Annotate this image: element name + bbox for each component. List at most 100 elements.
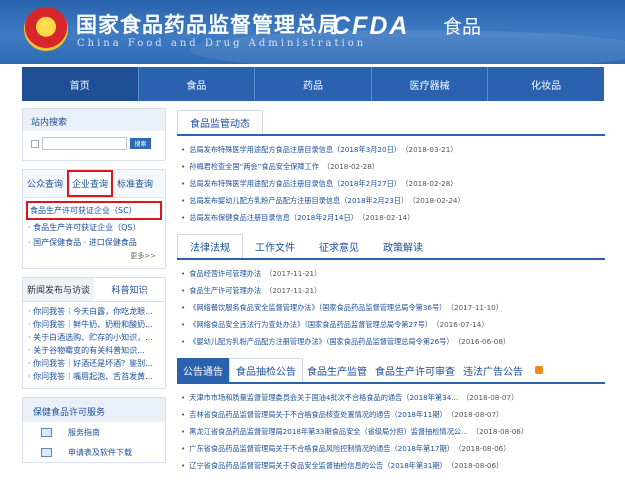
nav-item-home[interactable]: 首页 <box>22 67 139 101</box>
forms-download-link[interactable]: 申请表及软件下载 <box>23 442 165 462</box>
item-title: 黑龙江省食品药品监督管理局2018年第33期食品安全（省级局分担）监督抽检情况公… <box>189 427 468 436</box>
link-sc-licensed-enterprises[interactable]: 食品生产许可获证企业（SC） <box>26 201 162 220</box>
tab-news-interviews[interactable]: 新闻发布与访谈 <box>23 278 94 301</box>
list-item[interactable]: • 总局发布特殊医学用途配方食品注册目录信息（2018年2月27日） （2018-0… <box>181 175 601 192</box>
item-date: （2018-08-07） <box>450 410 504 419</box>
list-item[interactable]: • 食品经营许可管理办法 （2017-11-21） <box>181 265 601 282</box>
tab-public-comments[interactable]: 征求意见 <box>307 234 371 258</box>
nav-item-cosmetics[interactable]: 化妆品 <box>488 67 604 101</box>
tab-science-knowledge[interactable]: 科普知识 <box>94 278 165 301</box>
list-item[interactable]: • 广东省食品药品监督管理局关于不合格食品风险控制情况的通告（2018年第17期）… <box>181 440 601 457</box>
list-item[interactable]: • 总局发布保健食品注册目录信息（2018年2月14日） （2018-02-14） <box>181 209 601 226</box>
item-date: （2018-02-14） <box>361 213 415 222</box>
item-title: 天津市市场和质量监督管理委员会关于国油4批次不合格食品的通告（2018年第34.… <box>189 393 459 402</box>
list-item[interactable]: · 你问我答｜今天白露，你吃龙眼... <box>28 306 160 319</box>
service-panel: 保健食品许可服务 服务指南 申请表及软件下载 <box>22 397 166 463</box>
list-item[interactable]: • 辽宁省食品药品监督管理局关于食品安全监督抽检信息的公告（2018年第31期）（… <box>181 457 601 474</box>
section1-list: • 总局发布特殊医学用途配方食品注册目录信息（2018年3月20日） （2018-0… <box>177 136 605 232</box>
item-date: （2016-07-14） <box>436 320 489 329</box>
tab-announcements[interactable]: 公告通告 <box>177 358 229 382</box>
main-nav: 首页 食品 药品 医疗器械 化妆品 <box>0 64 625 102</box>
service-guide-label: 服务指南 <box>68 427 100 437</box>
tab-food-sampling[interactable]: 食品抽检公告 <box>229 358 303 382</box>
item-date: （2018-02-24） <box>412 196 465 205</box>
link-domestic-health-food[interactable]: 国产保健食品 <box>33 238 81 247</box>
list-item[interactable]: • 《婴幼儿配方乳粉产品配方注册管理办法》（国家食品药品监督管理总局令第26号）（… <box>181 333 601 350</box>
tab-public-query[interactable]: 公众查询 <box>23 177 67 190</box>
link-qs-label: 食品生产许可获证企业（QS） <box>33 223 141 232</box>
left-sidebar: 站内搜索 搜索 公众查询 企业查询 标准查询 食品生产许可获证企业（SC） · … <box>22 108 166 471</box>
list-item[interactable]: · 你问我答｜好酒还是坏酒？鉴别... <box>28 358 160 371</box>
guide-icon <box>41 427 52 437</box>
news-item-text: 你问我答｜鲜牛奶、奶粉和酸奶... <box>33 320 153 329</box>
site-search-panel: 站内搜索 搜索 <box>22 108 166 161</box>
nav-item-drug[interactable]: 药品 <box>255 67 372 101</box>
item-date: （2018-02-28） <box>322 162 380 171</box>
section2-tabs: 法律法规 工作文件 征求意见 政策解读 <box>177 232 605 260</box>
link-imported-health-food[interactable]: 进口保健食品 <box>89 238 137 247</box>
item-date: （2016-06-08） <box>457 337 511 346</box>
tab-work-documents[interactable]: 工作文件 <box>243 234 307 258</box>
list-item[interactable]: · 关于谷物霉变的有关科普知识... <box>28 345 160 358</box>
tab-enterprise-query[interactable]: 企业查询 <box>67 170 114 197</box>
item-title: 食品经营许可管理办法 <box>189 269 262 278</box>
section3-list: • 天津市市场和质量监督管理委员会关于国油4批次不合格食品的通告（2018年第34… <box>177 384 605 480</box>
download-icon <box>41 447 52 457</box>
list-item[interactable]: · 你问我答｜鲜牛奶、奶粉和酸奶... <box>28 319 160 332</box>
tab-policy-interpretation[interactable]: 政策解读 <box>371 234 435 258</box>
search-input[interactable] <box>42 137 127 150</box>
query-panel: 公众查询 企业查询 标准查询 食品生产许可获证企业（SC） · 食品生产许可获证… <box>22 169 166 269</box>
more-link[interactable]: 更多>> <box>26 250 162 264</box>
item-date: （2018-08-07） <box>462 393 519 402</box>
list-item[interactable]: • 黑龙江省食品药品监督管理局2018年第33期食品安全（省级局分担）监督抽检情况… <box>181 423 601 440</box>
cfda-logo: CFDA <box>332 12 410 40</box>
health-food-links: · 国产保健食品 · 进口保健食品 <box>28 238 137 247</box>
news-item-text: 关于谷物霉变的有关科普知识... <box>33 346 145 355</box>
item-title: 食品生产许可管理办法 <box>189 286 262 295</box>
rss-icon[interactable] <box>535 366 543 374</box>
service-guide-link[interactable]: 服务指南 <box>23 422 165 442</box>
item-title: 总局发布保健食品注册目录信息（2018年2月14日） <box>189 213 358 222</box>
news-item-text: 你问我答｜嘴唇起泡、舌苔发黄... <box>33 372 153 381</box>
forms-download-label: 申请表及软件下载 <box>68 447 132 457</box>
site-title[interactable]: 国家食品药品监督管理总局 <box>76 9 340 39</box>
item-date: （2018-08-06） <box>457 444 511 453</box>
news-item-text: 你问我答｜好酒还是坏酒？鉴别... <box>33 359 153 368</box>
item-title: 《网络食品安全违法行为查处办法》（国家食品药品监督管理总局令第27号） <box>189 320 432 329</box>
tab-food-regulation-news[interactable]: 食品监管动态 <box>177 110 263 134</box>
search-scope-checkbox[interactable] <box>31 139 39 148</box>
section3-tabs: 公告通告 食品抽检公告 食品生产监管 食品生产许可审查 违法广告公告 <box>177 356 605 384</box>
section1-tabs: 食品监管动态 <box>177 108 605 136</box>
section-name: 食品 <box>443 16 482 38</box>
item-title: 广东省食品药品监督管理局关于不合格食品风险控制情况的通告（2018年第17期） <box>189 444 454 453</box>
item-date: （2018-08-06） <box>471 427 529 436</box>
tab-standard-query[interactable]: 标准查询 <box>113 177 157 190</box>
item-title: 总局发布特殊医学用途配方食品注册目录信息（2018年3月20日） <box>189 145 401 154</box>
news-item-text: 你问我答｜今天白露，你吃龙眼... <box>33 307 153 316</box>
item-date: （2018-02-28） <box>404 179 458 188</box>
list-item[interactable]: • 天津市市场和质量监督管理委员会关于国油4批次不合格食品的通告（2018年第34… <box>181 389 601 406</box>
main-content: 食品监管动态 • 总局发布特殊医学用途配方食品注册目录信息（2018年3月20日）… <box>177 108 605 480</box>
list-item[interactable]: • 总局发布婴幼儿配方乳粉产品配方注册目录信息（2018年2月23日） （2018-… <box>181 192 601 209</box>
site-search-title: 站内搜索 <box>23 109 165 131</box>
link-qs-licensed-enterprises[interactable]: · 食品生产许可获证企业（QS） <box>26 220 162 235</box>
list-item[interactable]: • 总局发布特殊医学用途配方食品注册目录信息（2018年3月20日） （2018-0… <box>181 141 601 158</box>
search-button[interactable]: 搜索 <box>130 138 151 149</box>
tab-illegal-ads[interactable]: 违法广告公告 <box>459 358 527 382</box>
section2-list: • 食品经营许可管理办法 （2017-11-21） • 食品生产许可管理办法 （2017… <box>177 260 605 356</box>
news-item-text: 关于白酒选购、贮存的小知识，... <box>33 333 153 342</box>
national-emblem-icon: ★ <box>24 7 68 51</box>
tab-laws-regulations[interactable]: 法律法规 <box>177 234 243 258</box>
list-item[interactable]: • 吉林省食品药品监督管理局关于不合格食品核查处置情况的通告（2018年11期）（… <box>181 406 601 423</box>
site-header: ★ 国家食品药品监督管理总局 China Food and Drug Admin… <box>0 0 625 64</box>
list-item[interactable]: · 你问我答｜嘴唇起泡、舌苔发黄... <box>28 371 160 384</box>
tab-production-license-review[interactable]: 食品生产许可审查 <box>371 358 459 382</box>
list-item[interactable]: · 关于白酒选购、贮存的小知识，... <box>28 332 160 345</box>
list-item[interactable]: • 《网络餐饮服务食品安全监督管理办法》（国家食品药品监督管理总局令第36号） （2… <box>181 299 601 316</box>
nav-item-food[interactable]: 食品 <box>139 67 256 101</box>
list-item[interactable]: • 《网络食品安全违法行为查处办法》（国家食品药品监督管理总局令第27号） （201… <box>181 316 601 333</box>
tab-food-production-supervision[interactable]: 食品生产监管 <box>303 358 371 382</box>
list-item[interactable]: • 孙梅君检查全国“两会”食品安全保障工作 （2018-02-28） <box>181 158 601 175</box>
nav-item-medical-device[interactable]: 医疗器械 <box>372 67 489 101</box>
list-item[interactable]: • 食品生产许可管理办法 （2017-11-21） <box>181 282 601 299</box>
